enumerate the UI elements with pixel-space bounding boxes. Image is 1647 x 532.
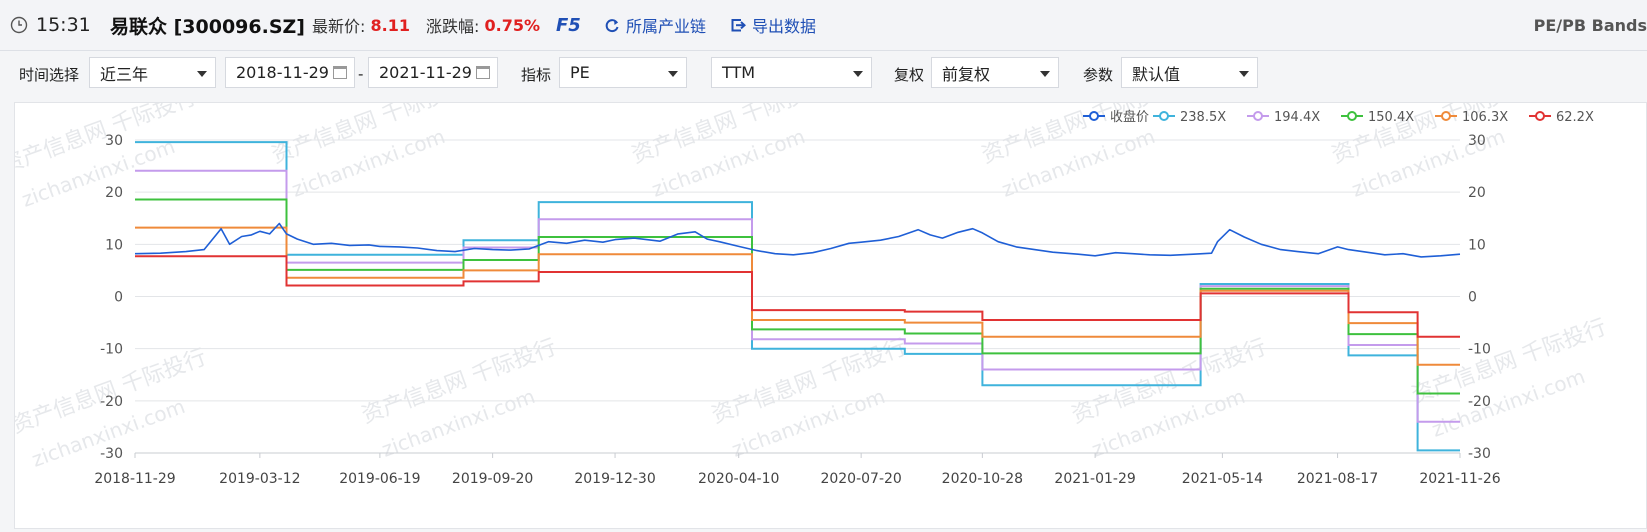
price-change-label: 涨跌幅:: [426, 17, 480, 36]
page-title: PE/PB Bands: [1533, 15, 1647, 35]
legend-label: 106.3X: [1462, 110, 1508, 125]
refresh-icon: [604, 17, 620, 33]
latest-price-label: 最新价:: [312, 17, 366, 36]
y-tick-label-right: 10: [1468, 237, 1486, 253]
y-tick-label-left: 0: [114, 290, 123, 306]
legend-marker: [1441, 111, 1451, 121]
y-tick-label-right: -20: [1468, 394, 1491, 410]
y-tick-label-right: 20: [1468, 185, 1486, 201]
y-tick-label-right: -10: [1468, 342, 1491, 358]
ttm-select[interactable]: TTM: [711, 57, 872, 88]
legend-label: 238.5X: [1180, 110, 1226, 125]
export-data-link[interactable]: 导出数据: [730, 0, 816, 50]
latest-price-value: 8.11: [370, 15, 410, 35]
calendar-icon: [333, 66, 347, 79]
x-tick-label: 2020-07-20: [820, 471, 901, 487]
adjust-label: 复权: [894, 65, 925, 84]
price-change-value: 0.75%: [484, 15, 541, 35]
x-tick-label: 2021-05-14: [1182, 471, 1263, 487]
legend-marker: [1159, 111, 1169, 121]
stock-name: 易联众 [300096.SZ]: [110, 15, 305, 38]
f5-button[interactable]: F5: [556, 0, 581, 50]
calendar-icon: [476, 66, 490, 79]
industry-chain-link[interactable]: 所属产业链: [604, 0, 706, 50]
param-value: 默认值: [1132, 64, 1181, 84]
y-tick-label-left: 10: [105, 237, 123, 253]
x-tick-label: 2021-11-26: [1419, 471, 1500, 487]
time-range-select[interactable]: 近三年: [89, 57, 216, 88]
price-change: 涨跌幅: 0.75%: [426, 0, 540, 50]
y-tick-label-left: 30: [105, 133, 123, 149]
y-tick-label-left: -10: [100, 342, 123, 358]
end-date-value: 2021-11-29: [379, 63, 472, 82]
param-label: 参数: [1083, 65, 1114, 84]
legend-marker: [1535, 111, 1545, 121]
chevron-down-icon: [668, 71, 678, 77]
x-tick-label: 2019-09-20: [452, 471, 533, 487]
adjust-select[interactable]: 前复权: [931, 57, 1059, 88]
export-icon: [730, 17, 746, 33]
start-date-input[interactable]: 2018-11-29: [225, 57, 355, 88]
x-tick-label: 2021-01-29: [1054, 471, 1135, 487]
y-tick-label-right: 0: [1468, 290, 1477, 306]
time-range-value: 近三年: [100, 64, 149, 84]
indicator-value: PE: [570, 63, 590, 82]
filter-bar: 时间选择 近三年 2018-11-29 - 2021-11-29 指标 PE T…: [0, 51, 1647, 97]
y-tick-label-right: -30: [1468, 446, 1491, 462]
legend-label: 62.2X: [1556, 110, 1594, 125]
y-tick-label-left: -30: [100, 446, 123, 462]
chevron-down-icon: [197, 71, 207, 77]
y-tick-label-right: 30: [1468, 133, 1486, 149]
x-tick-label: 2019-12-30: [574, 471, 655, 487]
indicator-select[interactable]: PE: [559, 57, 687, 88]
x-tick-label: 2020-10-28: [942, 471, 1023, 487]
end-date-input[interactable]: 2021-11-29: [368, 57, 498, 88]
legend-label: 194.4X: [1274, 110, 1320, 125]
indicator-label: 指标: [521, 65, 552, 84]
top-bar: 15:31 易联众 [300096.SZ] 最新价: 8.11 涨跌幅: 0.7…: [0, 0, 1647, 51]
chart-panel: 资产信息网 千际投行 zichanxinxi.com 资产信息网 千际投行 zicha…: [0, 75, 1647, 529]
legend-marker: [1347, 111, 1357, 121]
pe-band-chart: 资产信息网 千际投行zichanxinxi.com资产信息网 千际投行zicha…: [0, 75, 1610, 487]
export-data-label: 导出数据: [752, 17, 817, 36]
legend-marker: [1089, 111, 1099, 121]
current-time: 15:31: [36, 14, 91, 36]
date-separator: -: [358, 65, 364, 83]
latest-price: 最新价: 8.11: [312, 0, 410, 50]
x-tick-label: 2019-03-12: [219, 471, 300, 487]
y-tick-label-left: 20: [105, 185, 123, 201]
clock-icon: [10, 0, 28, 50]
chevron-down-icon: [1239, 71, 1249, 77]
industry-chain-label: 所属产业链: [626, 17, 707, 36]
start-date-value: 2018-11-29: [236, 63, 329, 82]
x-tick-label: 2019-06-19: [339, 471, 420, 487]
x-tick-label: 2021-08-17: [1297, 471, 1378, 487]
ttm-value: TTM: [722, 63, 756, 82]
chevron-down-icon: [853, 71, 863, 77]
time-select-label: 时间选择: [19, 65, 80, 84]
close-price-line: [134, 222, 1461, 258]
legend-label: 收盘价: [1110, 109, 1149, 125]
legend-marker: [1253, 111, 1263, 121]
adjust-value: 前复权: [942, 64, 991, 84]
legend-label: 150.4X: [1368, 110, 1414, 125]
param-select[interactable]: 默认值: [1121, 57, 1258, 88]
x-tick-label: 2018-11-29: [94, 471, 175, 487]
y-tick-label-left: -20: [100, 394, 123, 410]
chevron-down-icon: [1040, 71, 1050, 77]
x-tick-label: 2020-04-10: [698, 471, 779, 487]
